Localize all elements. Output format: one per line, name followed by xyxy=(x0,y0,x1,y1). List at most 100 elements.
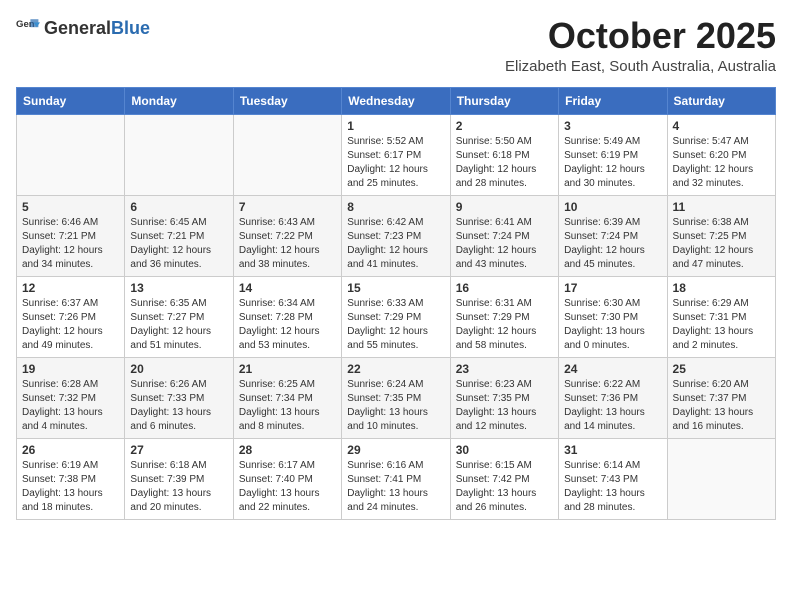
cell-details: Sunrise: 6:41 AM Sunset: 7:24 PM Dayligh… xyxy=(456,216,553,272)
calendar-cell: 23Sunrise: 6:23 AM Sunset: 7:35 PM Dayli… xyxy=(450,357,558,438)
day-number: 10 xyxy=(564,200,661,214)
day-number: 12 xyxy=(22,281,119,295)
day-number: 9 xyxy=(456,200,553,214)
day-number: 15 xyxy=(347,281,444,295)
calendar-week-row: 1 Sunrise: 5:52 AM Sunset: 6:17 PM Daylig… xyxy=(17,114,776,195)
calendar-cell: 29 Sunrise: 6:16 AM Sunset: 7:41 PM Dayli… xyxy=(342,438,450,519)
day-number: 27 xyxy=(130,443,227,457)
calendar-cell: 20 Sunrise: 6:26 AM Sunset: 7:33 PM Dayli… xyxy=(125,357,233,438)
calendar-cell: 18Sunrise: 6:29 AM Sunset: 7:31 PM Dayli… xyxy=(667,276,775,357)
day-number: 28 xyxy=(239,443,336,457)
cell-details: Sunrise: 5:50 AM Sunset: 6:18 PM Dayligh… xyxy=(456,135,553,191)
cell-details: Sunrise: 6:15 AM Sunset: 7:42 PM Dayligh… xyxy=(456,459,553,515)
calendar-cell: 27 Sunrise: 6:18 AM Sunset: 7:39 PM Dayli… xyxy=(125,438,233,519)
calendar-cell: 15 Sunrise: 6:33 AM Sunset: 7:29 PM Dayli… xyxy=(342,276,450,357)
cell-details: Sunrise: 6:23 AM Sunset: 7:35 PM Dayligh… xyxy=(456,378,553,434)
calendar-cell: 11 Sunrise: 6:38 AM Sunset: 7:25 PM Dayli… xyxy=(667,195,775,276)
cell-details: Sunrise: 6:33 AM Sunset: 7:29 PM Dayligh… xyxy=(347,297,444,353)
day-number: 21 xyxy=(239,362,336,376)
page-header: Gen GeneralBlue October 2025 Elizabeth E… xyxy=(16,16,776,75)
cell-details: Sunrise: 5:47 AM Sunset: 6:20 PM Dayligh… xyxy=(673,135,770,191)
calendar-week-row: 5 Sunrise: 6:46 AM Sunset: 7:21 PM Daylig… xyxy=(17,195,776,276)
cell-details: Sunrise: 6:16 AM Sunset: 7:41 PM Dayligh… xyxy=(347,459,444,515)
calendar-cell: 30Sunrise: 6:15 AM Sunset: 7:42 PM Dayli… xyxy=(450,438,558,519)
location-title: Elizabeth East, South Australia, Austral… xyxy=(505,58,776,75)
day-header-monday: Monday xyxy=(125,87,233,114)
day-number: 2 xyxy=(456,119,553,133)
calendar-cell: 22 Sunrise: 6:24 AM Sunset: 7:35 PM Dayli… xyxy=(342,357,450,438)
cell-details: Sunrise: 6:38 AM Sunset: 7:25 PM Dayligh… xyxy=(673,216,770,272)
calendar-cell xyxy=(125,114,233,195)
day-number: 4 xyxy=(673,119,770,133)
cell-details: Sunrise: 6:30 AM Sunset: 7:30 PM Dayligh… xyxy=(564,297,661,353)
calendar-cell: 5 Sunrise: 6:46 AM Sunset: 7:21 PM Daylig… xyxy=(17,195,125,276)
cell-details: Sunrise: 5:52 AM Sunset: 6:17 PM Dayligh… xyxy=(347,135,444,191)
cell-details: Sunrise: 6:25 AM Sunset: 7:34 PM Dayligh… xyxy=(239,378,336,434)
cell-details: Sunrise: 6:46 AM Sunset: 7:21 PM Dayligh… xyxy=(22,216,119,272)
cell-details: Sunrise: 6:31 AM Sunset: 7:29 PM Dayligh… xyxy=(456,297,553,353)
cell-details: Sunrise: 6:35 AM Sunset: 7:27 PM Dayligh… xyxy=(130,297,227,353)
day-number: 5 xyxy=(22,200,119,214)
day-number: 16 xyxy=(456,281,553,295)
calendar-cell: 16 Sunrise: 6:31 AM Sunset: 7:29 PM Dayli… xyxy=(450,276,558,357)
day-number: 11 xyxy=(673,200,770,214)
day-header-thursday: Thursday xyxy=(450,87,558,114)
cell-details: Sunrise: 6:43 AM Sunset: 7:22 PM Dayligh… xyxy=(239,216,336,272)
cell-details: Sunrise: 6:18 AM Sunset: 7:39 PM Dayligh… xyxy=(130,459,227,515)
calendar-cell: 7 Sunrise: 6:43 AM Sunset: 7:22 PM Daylig… xyxy=(233,195,341,276)
cell-details: Sunrise: 5:49 AM Sunset: 6:19 PM Dayligh… xyxy=(564,135,661,191)
calendar-cell: 17 Sunrise: 6:30 AM Sunset: 7:30 PM Dayli… xyxy=(559,276,667,357)
day-number: 22 xyxy=(347,362,444,376)
calendar-week-row: 26 Sunrise: 6:19 AM Sunset: 7:38 PM Dayli… xyxy=(17,438,776,519)
cell-details: Sunrise: 6:17 AM Sunset: 7:40 PM Dayligh… xyxy=(239,459,336,515)
calendar-cell: 10 Sunrise: 6:39 AM Sunset: 7:24 PM Dayli… xyxy=(559,195,667,276)
calendar-cell: 12 Sunrise: 6:37 AM Sunset: 7:26 PM Dayli… xyxy=(17,276,125,357)
calendar-cell: 1 Sunrise: 5:52 AM Sunset: 6:17 PM Daylig… xyxy=(342,114,450,195)
calendar-cell xyxy=(233,114,341,195)
calendar-cell: 28 Sunrise: 6:17 AM Sunset: 7:40 PM Dayli… xyxy=(233,438,341,519)
cell-details: Sunrise: 6:20 AM Sunset: 7:37 PM Dayligh… xyxy=(673,378,770,434)
day-number: 19 xyxy=(22,362,119,376)
calendar-cell: 8Sunrise: 6:42 AM Sunset: 7:23 PM Daylig… xyxy=(342,195,450,276)
cell-details: Sunrise: 6:29 AM Sunset: 7:31 PM Dayligh… xyxy=(673,297,770,353)
day-header-friday: Friday xyxy=(559,87,667,114)
cell-details: Sunrise: 6:39 AM Sunset: 7:24 PM Dayligh… xyxy=(564,216,661,272)
calendar-cell: 21 Sunrise: 6:25 AM Sunset: 7:34 PM Dayli… xyxy=(233,357,341,438)
day-number: 3 xyxy=(564,119,661,133)
logo-text-general: General xyxy=(44,18,111,38)
logo: Gen GeneralBlue xyxy=(16,16,150,40)
day-number: 31 xyxy=(564,443,661,457)
calendar-week-row: 12 Sunrise: 6:37 AM Sunset: 7:26 PM Dayli… xyxy=(17,276,776,357)
calendar-cell: 14 Sunrise: 6:34 AM Sunset: 7:28 PM Dayli… xyxy=(233,276,341,357)
day-number: 20 xyxy=(130,362,227,376)
day-number: 7 xyxy=(239,200,336,214)
cell-details: Sunrise: 6:22 AM Sunset: 7:36 PM Dayligh… xyxy=(564,378,661,434)
calendar-cell: 6 Sunrise: 6:45 AM Sunset: 7:21 PM Daylig… xyxy=(125,195,233,276)
day-number: 24 xyxy=(564,362,661,376)
day-number: 29 xyxy=(347,443,444,457)
day-number: 14 xyxy=(239,281,336,295)
logo-icon: Gen xyxy=(16,16,40,40)
cell-details: Sunrise: 6:34 AM Sunset: 7:28 PM Dayligh… xyxy=(239,297,336,353)
day-number: 13 xyxy=(130,281,227,295)
calendar-week-row: 19Sunrise: 6:28 AM Sunset: 7:32 PM Dayli… xyxy=(17,357,776,438)
day-number: 1 xyxy=(347,119,444,133)
cell-details: Sunrise: 6:19 AM Sunset: 7:38 PM Dayligh… xyxy=(22,459,119,515)
day-header-saturday: Saturday xyxy=(667,87,775,114)
cell-details: Sunrise: 6:14 AM Sunset: 7:43 PM Dayligh… xyxy=(564,459,661,515)
calendar-header-row: SundayMondayTuesdayWednesdayThursdayFrid… xyxy=(17,87,776,114)
day-number: 26 xyxy=(22,443,119,457)
cell-details: Sunrise: 6:45 AM Sunset: 7:21 PM Dayligh… xyxy=(130,216,227,272)
calendar-cell: 2 Sunrise: 5:50 AM Sunset: 6:18 PM Daylig… xyxy=(450,114,558,195)
day-number: 17 xyxy=(564,281,661,295)
cell-details: Sunrise: 6:37 AM Sunset: 7:26 PM Dayligh… xyxy=(22,297,119,353)
day-header-sunday: Sunday xyxy=(17,87,125,114)
calendar-cell: 13 Sunrise: 6:35 AM Sunset: 7:27 PM Dayli… xyxy=(125,276,233,357)
cell-details: Sunrise: 6:26 AM Sunset: 7:33 PM Dayligh… xyxy=(130,378,227,434)
day-number: 6 xyxy=(130,200,227,214)
cell-details: Sunrise: 6:24 AM Sunset: 7:35 PM Dayligh… xyxy=(347,378,444,434)
calendar-cell: 3 Sunrise: 5:49 AM Sunset: 6:19 PM Daylig… xyxy=(559,114,667,195)
day-header-wednesday: Wednesday xyxy=(342,87,450,114)
calendar-cell xyxy=(667,438,775,519)
day-header-tuesday: Tuesday xyxy=(233,87,341,114)
